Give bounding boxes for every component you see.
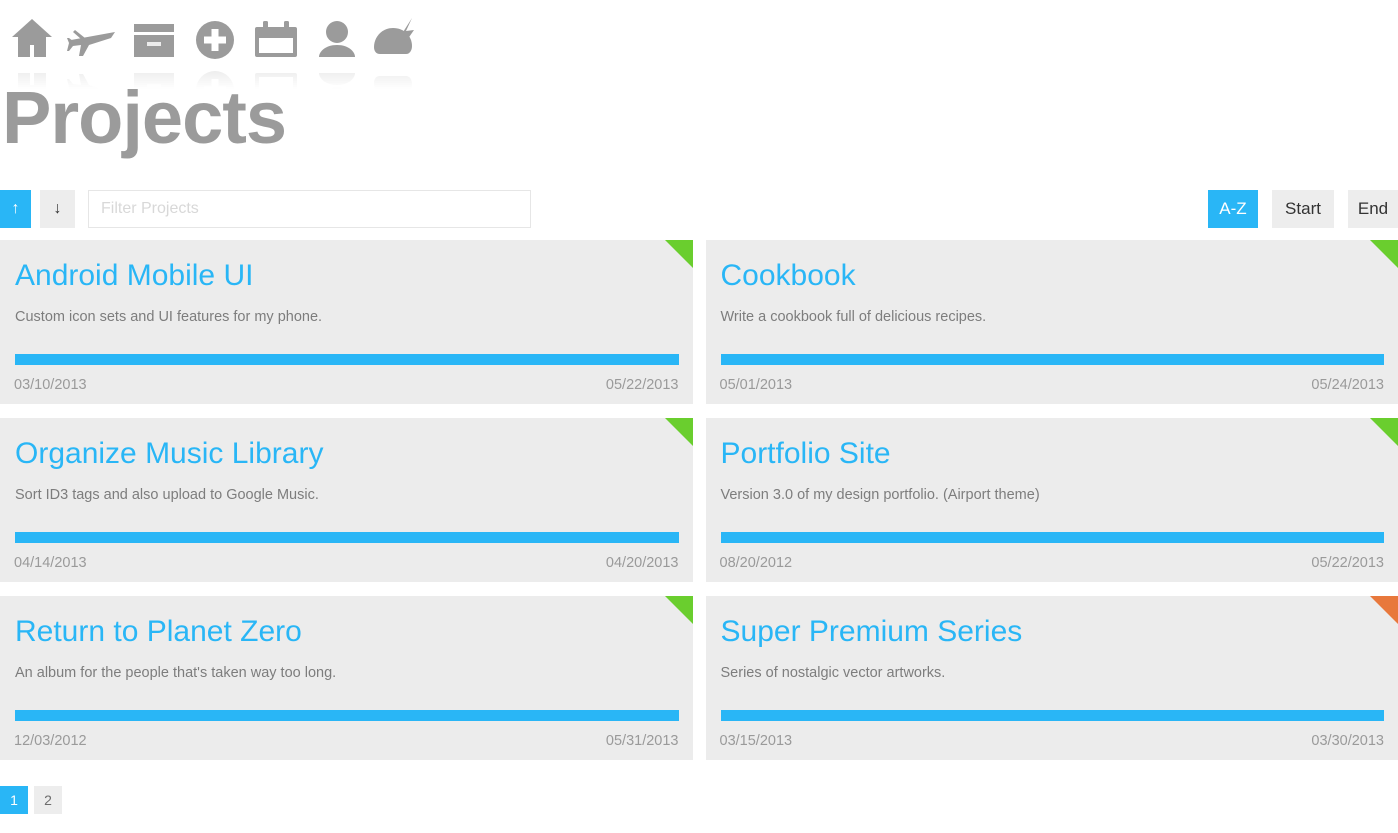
project-grid: Android Mobile UI Custom icon sets and UI… (0, 240, 1398, 774)
project-start-date: 12/03/2012 (14, 733, 87, 749)
calendar-icon[interactable] (250, 12, 302, 64)
sort-alphabetical-button[interactable]: A-Z (1208, 190, 1258, 228)
project-card[interactable]: Return to Planet Zero An album for the pe… (0, 596, 693, 760)
project-end-date: 05/24/2013 (1311, 377, 1384, 393)
user-icon[interactable] (311, 12, 363, 64)
project-description: Custom icon sets and UI features for my … (15, 309, 323, 325)
sort-end-date-button[interactable]: End (1348, 190, 1398, 228)
project-card[interactable]: Organize Music Library Sort ID3 tags and … (0, 418, 693, 582)
project-row: Organize Music Library Sort ID3 tags and … (0, 418, 1398, 582)
project-progress-fill (15, 710, 679, 721)
project-end-date: 05/22/2013 (1311, 555, 1384, 571)
project-status-flag-icon (1370, 418, 1398, 446)
project-dates: 04/14/2013 04/20/2013 (14, 553, 679, 573)
project-end-date: 05/31/2013 (605, 733, 679, 749)
project-status-flag-icon (664, 596, 693, 624)
project-progress-fill (720, 532, 1384, 543)
pagination: 12 (0, 786, 62, 814)
project-end-date: 04/20/2013 (605, 555, 679, 571)
storm-cloud-icon-reflection (372, 66, 424, 92)
project-progress-bar (15, 354, 679, 365)
project-title[interactable]: Super Premium Series (721, 614, 1023, 650)
project-description: Version 3.0 of my design portfolio. (Air… (720, 487, 1040, 503)
project-title[interactable]: Organize Music Library (15, 436, 323, 472)
project-progress-fill (720, 354, 1384, 365)
project-dates: 12/03/2012 05/31/2013 (14, 731, 679, 751)
project-dates: 05/01/2013 05/24/2013 (720, 375, 1385, 395)
project-row: Return to Planet Zero An album for the pe… (0, 596, 1398, 760)
project-end-date: 05/22/2013 (605, 377, 679, 393)
user-icon-reflection (311, 66, 363, 92)
project-row: Android Mobile UI Custom icon sets and UI… (0, 240, 1398, 404)
project-title[interactable]: Android Mobile UI (15, 258, 253, 294)
project-start-date: 08/20/2012 (719, 555, 793, 571)
project-description: Sort ID3 tags and also upload to Google … (15, 487, 319, 503)
page-title: Projects (2, 76, 287, 159)
project-status-flag-icon (664, 240, 693, 268)
sort-descending-button[interactable]: ↓ (40, 190, 75, 228)
project-status-flag-icon (664, 418, 693, 446)
project-progress-fill (720, 710, 1384, 721)
project-progress-bar (720, 532, 1384, 543)
project-card[interactable]: Android Mobile UI Custom icon sets and UI… (0, 240, 693, 404)
pagination-page-button[interactable]: 2 (34, 786, 62, 814)
project-card[interactable]: Super Premium Series Series of nostalgic … (705, 596, 1398, 760)
project-progress-bar (720, 354, 1384, 365)
project-start-date: 04/14/2013 (14, 555, 87, 571)
project-title[interactable]: Portfolio Site (721, 436, 891, 472)
project-progress-fill (15, 354, 679, 365)
project-description: Write a cookbook full of delicious recip… (720, 309, 987, 325)
project-description: Series of nostalgic vector artworks. (720, 665, 946, 681)
project-description: An album for the people that's taken way… (15, 665, 337, 681)
project-progress-bar (15, 532, 679, 543)
archive-box-icon[interactable] (128, 12, 180, 64)
sort-ascending-button[interactable]: ↑ (0, 190, 31, 228)
project-start-date: 05/01/2013 (719, 377, 793, 393)
plus-circle-icon[interactable] (189, 12, 241, 64)
home-icon[interactable] (6, 12, 58, 64)
project-dates: 03/10/2013 05/22/2013 (14, 375, 679, 395)
masthead: Projects (0, 0, 1398, 180)
project-status-flag-icon (1370, 240, 1398, 268)
project-progress-fill (15, 532, 679, 543)
project-progress-bar (720, 710, 1384, 721)
project-dates: 03/15/2013 03/30/2013 (720, 731, 1385, 751)
project-card[interactable]: Cookbook Write a cookbook full of delicio… (705, 240, 1398, 404)
project-start-date: 03/15/2013 (719, 733, 793, 749)
sort-start-date-button[interactable]: Start (1272, 190, 1334, 228)
toolbar: ↑ ↓ A-Z Start End (0, 190, 1398, 228)
icon-strip (6, 12, 424, 64)
storm-cloud-icon[interactable] (372, 12, 424, 64)
project-status-flag-icon (1370, 596, 1398, 624)
filter-projects-input[interactable] (88, 190, 531, 228)
project-title[interactable]: Cookbook (721, 258, 856, 294)
project-end-date: 03/30/2013 (1311, 733, 1384, 749)
project-progress-bar (15, 710, 679, 721)
project-title[interactable]: Return to Planet Zero (15, 614, 302, 650)
project-start-date: 03/10/2013 (14, 377, 87, 393)
pagination-page-button[interactable]: 1 (0, 786, 28, 814)
airplane-icon[interactable] (67, 12, 119, 64)
project-dates: 08/20/2012 05/22/2013 (720, 553, 1385, 573)
project-card[interactable]: Portfolio Site Version 3.0 of my design p… (705, 418, 1398, 582)
